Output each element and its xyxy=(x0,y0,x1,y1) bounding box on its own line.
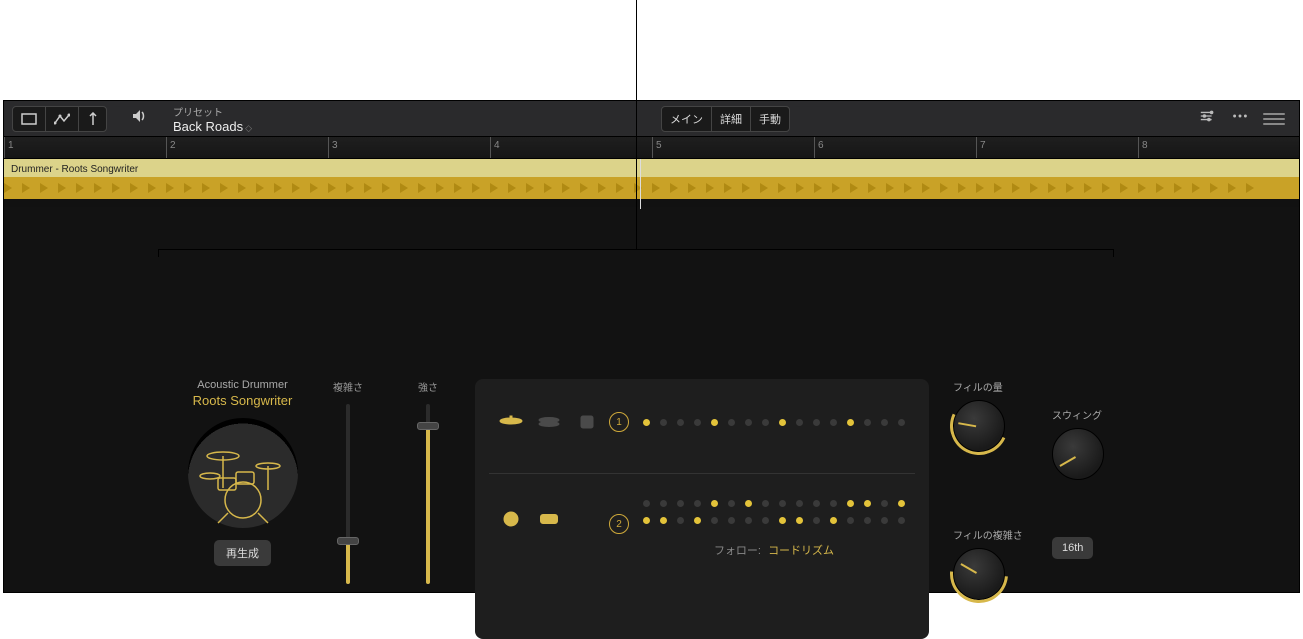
swing-label: スウィング xyxy=(1052,407,1102,422)
timeline-ruler[interactable]: 1 2 3 4 5 6 7 8 xyxy=(4,137,1299,159)
region-name: Drummer - Roots Songwriter xyxy=(7,162,142,176)
view-step[interactable] xyxy=(78,107,106,131)
callout-line xyxy=(636,0,637,250)
hihat-icon[interactable] xyxy=(537,413,561,431)
pattern-variation-1[interactable]: 1 xyxy=(609,412,629,432)
fill-complexity-knob[interactable] xyxy=(953,548,1005,600)
list-icon[interactable] xyxy=(1263,113,1285,125)
complexity-label: 複雑さ xyxy=(325,379,371,394)
follow-label: フォロー: xyxy=(714,545,761,557)
drummer-style: Roots Songwriter xyxy=(184,393,301,408)
snare-icon[interactable] xyxy=(537,510,561,528)
tab-manual[interactable]: 手動 xyxy=(750,107,789,131)
region-content: document.write(Array.from({length:70}).m… xyxy=(4,177,1299,199)
more-icon[interactable] xyxy=(1231,109,1249,128)
editor-tabs: メイン 詳細 手動 xyxy=(661,106,790,132)
pattern-dots-2b[interactable] xyxy=(643,517,905,524)
drummer-editor-window: プリセット Back Roads◇ メイン 詳細 手動 1 2 3 4 5 6 … xyxy=(3,100,1300,593)
swing-knob[interactable] xyxy=(1052,428,1104,480)
fill-amount-label: フィルの量 xyxy=(953,379,1003,394)
preset-name: Back Roads xyxy=(173,119,243,134)
tom-icon[interactable] xyxy=(575,413,599,431)
follow-value: コードリズム xyxy=(768,545,834,557)
kick-icon[interactable] xyxy=(499,510,523,528)
drummer-artwork[interactable] xyxy=(188,418,298,528)
pattern-editor: 1 2 xyxy=(475,379,929,639)
drummer-category: Acoustic Drummer xyxy=(184,379,301,391)
view-automation[interactable] xyxy=(45,107,78,131)
swing-mode-button[interactable]: 16th xyxy=(1052,537,1093,559)
drummer-panel: Acoustic Drummer Roots Songwriter xyxy=(184,379,1133,639)
audition-icon[interactable] xyxy=(131,108,147,129)
toolbar: プリセット Back Roads◇ メイン 詳細 手動 xyxy=(4,101,1299,137)
cymbal-icon[interactable] xyxy=(499,413,523,431)
settings-icon[interactable] xyxy=(1199,109,1217,128)
complexity-slider[interactable]: 複雑さ xyxy=(325,379,371,639)
sliders-column: 複雑さ 強さ xyxy=(325,379,451,639)
preset-selector[interactable]: プリセット Back Roads◇ xyxy=(173,104,252,134)
swing-box: スウィング xyxy=(1052,407,1133,519)
pattern-row-1: 1 xyxy=(499,397,905,447)
tab-main[interactable]: メイン xyxy=(662,107,711,131)
intensity-slider[interactable]: 強さ xyxy=(405,379,451,639)
drummer-column: Acoustic Drummer Roots Songwriter xyxy=(184,379,301,639)
knobs-column: フィルの量 スウィング フィルの複雑さ xyxy=(953,379,1133,639)
follow-row[interactable]: フォロー: コードリズム xyxy=(643,542,905,558)
fill-complexity-label: フィルの複雑さ xyxy=(953,527,1023,542)
pattern-dots-1[interactable] xyxy=(643,419,905,426)
fill-amount-knob[interactable] xyxy=(953,400,1005,452)
region-lane[interactable]: Drummer - Roots Songwriter document.writ… xyxy=(4,159,1299,207)
pattern-dots-2a[interactable] xyxy=(643,500,905,507)
fill-complexity-box: フィルの複雑さ xyxy=(953,527,1034,639)
swing-mode-box: 16th xyxy=(1052,531,1133,639)
regenerate-button[interactable]: 再生成 xyxy=(214,540,271,566)
preset-label: プリセット xyxy=(173,104,252,119)
intensity-label: 強さ xyxy=(405,379,451,394)
pattern-variation-2[interactable]: 2 xyxy=(609,514,629,534)
pattern-row-2: 2 xyxy=(499,500,905,550)
view-piano-roll[interactable] xyxy=(13,107,45,131)
tab-detail[interactable]: 詳細 xyxy=(711,107,750,131)
view-mode-segment xyxy=(12,106,107,132)
fill-amount-box: フィルの量 xyxy=(953,379,1034,519)
